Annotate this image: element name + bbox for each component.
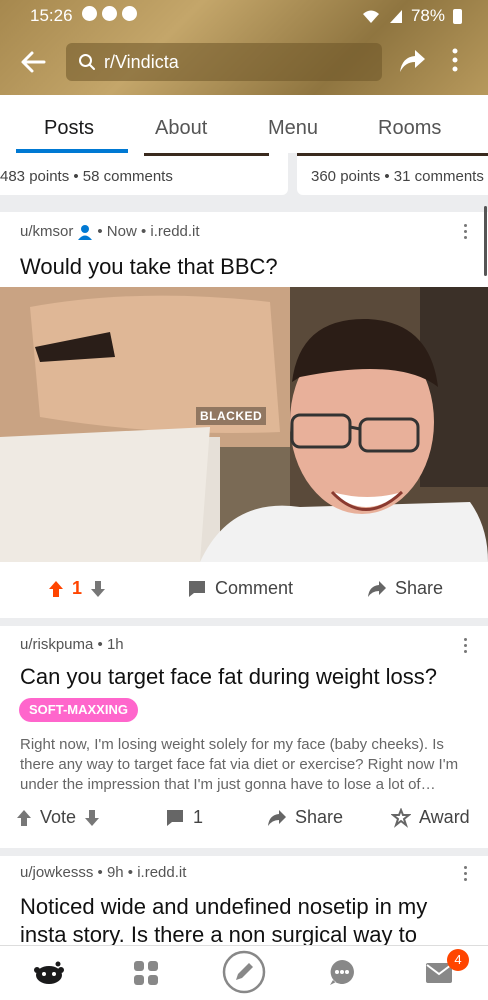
- post-title[interactable]: Can you target face fat during weight lo…: [20, 664, 437, 690]
- share-icon[interactable]: [397, 47, 427, 75]
- vote-count: 1: [72, 578, 83, 598]
- comment-button[interactable]: Comment: [187, 578, 293, 599]
- post-body-preview[interactable]: Right now, I'm losing weight solely for …: [20, 735, 472, 795]
- post-meta: u/riskpuma • 1h: [20, 636, 124, 653]
- chat-icon[interactable]: [328, 958, 356, 986]
- comment-icon: [167, 809, 183, 826]
- search-query: r/Vindicta: [104, 52, 179, 72]
- image-watermark: BLACKED: [196, 407, 267, 425]
- post-actions: Vote 1 Share Award: [0, 795, 488, 841]
- user-icon: [78, 224, 93, 240]
- search-bar[interactable]: r/Vindicta: [66, 43, 382, 81]
- post-flair[interactable]: SOFT-MAXXING: [19, 698, 138, 722]
- more-options-icon[interactable]: [452, 48, 458, 72]
- inbox-badge: 4: [447, 949, 469, 971]
- share-icon: [368, 580, 386, 597]
- prev-card-stats: 360 points • 31 comments: [311, 168, 484, 185]
- prev-card[interactable]: 483 points • 58 comments: [0, 153, 288, 195]
- back-arrow-icon[interactable]: [18, 48, 48, 76]
- post-options-icon[interactable]: [464, 638, 468, 656]
- tab-about[interactable]: About: [155, 117, 207, 140]
- post-meta: u/jowkesss • 9h • i.redd.it: [20, 864, 187, 881]
- signal-icon: [389, 10, 402, 23]
- share-button[interactable]: Share: [367, 578, 443, 599]
- notification-icons: [82, 6, 137, 21]
- comment-label: Comment: [215, 578, 294, 598]
- status-right: 78%: [361, 6, 462, 26]
- status-bar: 15:26 78%: [0, 0, 488, 32]
- wifi-icon: [362, 10, 379, 23]
- downvote-icon[interactable]: [84, 809, 100, 827]
- comment-count: 1: [193, 807, 204, 827]
- post-image[interactable]: BLACKED: [0, 287, 488, 562]
- share-icon: [268, 809, 286, 826]
- tab-menu[interactable]: Menu: [268, 117, 318, 140]
- post-options-icon[interactable]: [464, 866, 468, 884]
- comment-button[interactable]: 1: [165, 807, 203, 828]
- post-title[interactable]: Noticed wide and undefined nosetip in my…: [20, 893, 470, 945]
- top-nav: r/Vindicta: [0, 40, 488, 84]
- vote-label: Vote: [40, 807, 77, 827]
- award-icon: [391, 807, 411, 828]
- vote-controls: 1: [48, 578, 106, 599]
- subreddit-header: 15:26 78% r/Vindicta: [0, 0, 488, 95]
- post-options-icon[interactable]: [464, 224, 468, 242]
- previous-cards-strip: 483 points • 58 comments 360 points • 31…: [0, 153, 488, 203]
- prev-card-stats: 483 points • 58 comments: [0, 168, 173, 185]
- award-label: Award: [419, 807, 470, 827]
- home-reddit-icon[interactable]: [33, 958, 65, 986]
- scrollbar[interactable]: [484, 206, 487, 276]
- post-time-domain: • Now • i.redd.it: [97, 223, 200, 240]
- tab-posts[interactable]: Posts: [44, 117, 94, 140]
- app-screen: 15:26 78% r/Vindicta Posts About Menu Ro…: [0, 0, 488, 1000]
- bottom-nav: 4: [0, 945, 488, 1000]
- post-title[interactable]: Would you take that BBC?: [20, 254, 278, 280]
- vote-controls: Vote: [16, 807, 100, 828]
- search-icon: [79, 54, 95, 70]
- post-actions: 1 Comment Share: [0, 566, 488, 612]
- downvote-icon[interactable]: [90, 580, 106, 598]
- post-author[interactable]: u/kmsor: [20, 223, 73, 240]
- share-label: Share: [295, 807, 344, 827]
- tab-bar: Posts About Menu Rooms: [0, 95, 488, 153]
- post-meta: u/kmsor • Now • i.redd.it: [20, 223, 200, 240]
- award-button[interactable]: Award: [391, 807, 470, 828]
- share-label: Share: [395, 578, 444, 598]
- status-time: 15:26: [30, 6, 73, 25]
- battery-level: 78%: [410, 6, 445, 25]
- post-card[interactable]: u/jowkesss • 9h • i.redd.it Noticed wide…: [0, 856, 488, 945]
- create-post-icon[interactable]: [222, 950, 266, 994]
- upvote-icon[interactable]: [48, 580, 64, 598]
- comment-icon: [189, 580, 205, 597]
- battery-icon: [453, 8, 462, 24]
- prev-card[interactable]: 360 points • 31 comments: [297, 153, 488, 195]
- tab-rooms[interactable]: Rooms: [378, 117, 441, 140]
- discover-icon[interactable]: [133, 960, 159, 986]
- share-button[interactable]: Share: [267, 807, 343, 828]
- upvote-icon[interactable]: [16, 809, 32, 827]
